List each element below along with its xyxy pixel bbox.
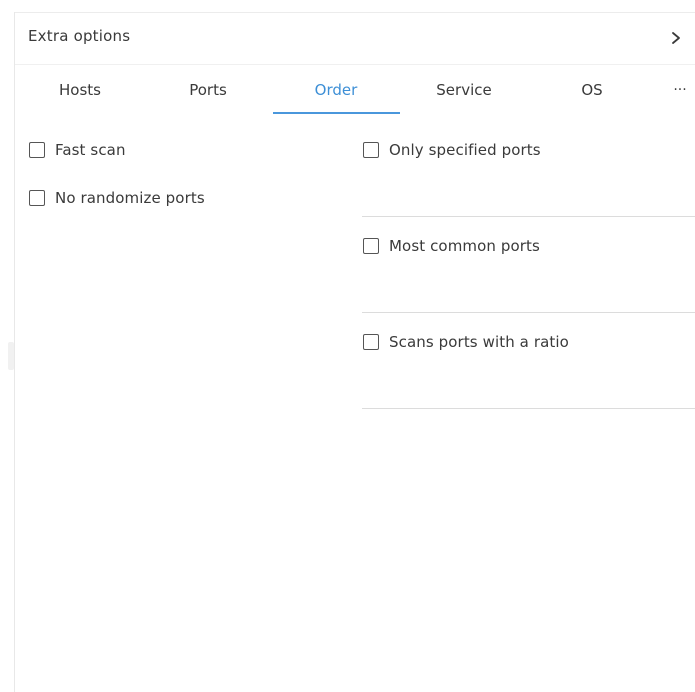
option-label: No randomize ports	[55, 189, 205, 207]
option-most-common-ports[interactable]: Most common ports	[363, 235, 540, 257]
divider	[362, 408, 695, 409]
extra-options-header[interactable]: Extra options	[15, 13, 695, 63]
tab-service[interactable]: Service	[400, 65, 528, 114]
tab-order[interactable]: Order	[272, 65, 400, 114]
extra-options-panel: Extra options Hosts Ports Order Service …	[0, 0, 695, 692]
tab-hosts[interactable]: Hosts	[16, 65, 144, 114]
resize-handle[interactable]	[8, 342, 14, 370]
option-label: Most common ports	[389, 237, 540, 255]
checkbox-most-common-ports[interactable]	[363, 238, 379, 254]
tab-os[interactable]: OS	[528, 65, 656, 114]
checkbox-no-randomize-ports[interactable]	[29, 190, 45, 206]
option-fast-scan[interactable]: Fast scan	[29, 139, 126, 161]
chevron-right-icon[interactable]	[667, 29, 685, 47]
option-label: Only specified ports	[389, 141, 541, 159]
option-only-specified-ports[interactable]: Only specified ports	[363, 139, 541, 161]
option-label: Fast scan	[55, 141, 126, 159]
active-tab-indicator	[273, 112, 400, 114]
tab-bar: Hosts Ports Order Service OS ···	[15, 64, 695, 115]
option-no-randomize-ports[interactable]: No randomize ports	[29, 187, 205, 209]
header-title: Extra options	[28, 27, 131, 45]
checkbox-fast-scan[interactable]	[29, 142, 45, 158]
option-scans-ports-with-ratio[interactable]: Scans ports with a ratio	[363, 331, 569, 353]
more-tabs-icon[interactable]: ···	[670, 80, 690, 100]
divider	[362, 312, 695, 313]
tab-ports[interactable]: Ports	[144, 65, 272, 114]
option-label: Scans ports with a ratio	[389, 333, 569, 351]
checkbox-scans-ports-with-ratio[interactable]	[363, 334, 379, 350]
checkbox-only-specified-ports[interactable]	[363, 142, 379, 158]
divider	[362, 216, 695, 217]
